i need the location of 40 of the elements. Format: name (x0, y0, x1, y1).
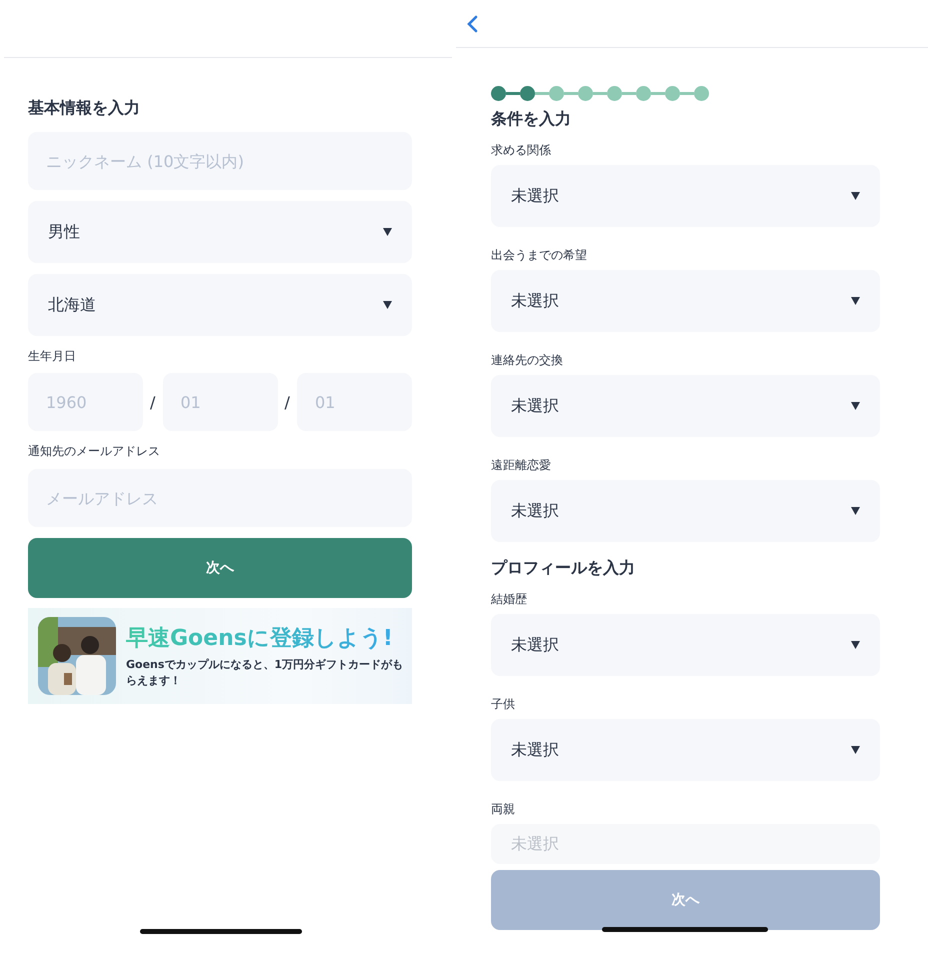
section-heading: プロフィールを入力 (491, 558, 635, 579)
select-field[interactable]: 北海道 (28, 274, 412, 336)
field-label: 求める関係 (491, 142, 551, 159)
date-field[interactable]: 01 (162, 373, 278, 431)
field-label: 結婚歴 (491, 591, 527, 608)
caret-icon (851, 746, 860, 754)
select-field[interactable]: 未選択 (491, 270, 880, 332)
field-label: 生年月日 (28, 348, 76, 365)
section-heading: 条件を入力 (491, 109, 571, 130)
select-field[interactable]: 未選択 (491, 480, 880, 542)
field-label: 通知先のメールアドレス (28, 443, 160, 460)
select-field[interactable]: 未選択 (491, 165, 880, 227)
caret-icon (851, 402, 860, 410)
banner-text: Goensでカップルになると、1万円分ギフトカードがもらえます！ (126, 657, 404, 689)
date-field[interactable]: 01 (297, 373, 412, 431)
caret-icon (851, 192, 860, 200)
date-separator: / (149, 392, 156, 412)
select-field[interactable]: 未選択 (491, 614, 880, 676)
promo-banner[interactable]: 早速Goensに登録しよう! Goensでカップルになると、1万円分ギフトカードがもらえます！ (28, 608, 412, 704)
section-heading: 基本情報を入力 (28, 98, 140, 119)
field-label: 両親 (491, 801, 515, 818)
select-field[interactable]: 男性 (28, 201, 412, 263)
back-button[interactable] (466, 14, 478, 32)
date-separator: / (284, 392, 291, 412)
field-label: 出会うまでの希望 (491, 247, 587, 264)
field-label: 子供 (491, 696, 515, 713)
caret-icon (851, 641, 860, 649)
nickname-field[interactable]: ニックネーム (10文字以内) (28, 132, 412, 190)
field-label: 連絡先の交換 (491, 352, 563, 369)
field-label: 遠距離恋愛 (491, 457, 551, 474)
select-field[interactable]: 未選択 (491, 719, 880, 781)
back-icon (466, 14, 478, 32)
caret-icon (851, 297, 860, 305)
date-field[interactable]: 1960 (28, 373, 143, 431)
email-field[interactable]: メールアドレス (28, 469, 412, 527)
next-button[interactable]: 次へ (28, 538, 412, 598)
caret-icon (383, 301, 392, 309)
select-field[interactable]: 未選択 (491, 375, 880, 437)
caret-icon (383, 228, 392, 236)
caret-icon (851, 507, 860, 515)
